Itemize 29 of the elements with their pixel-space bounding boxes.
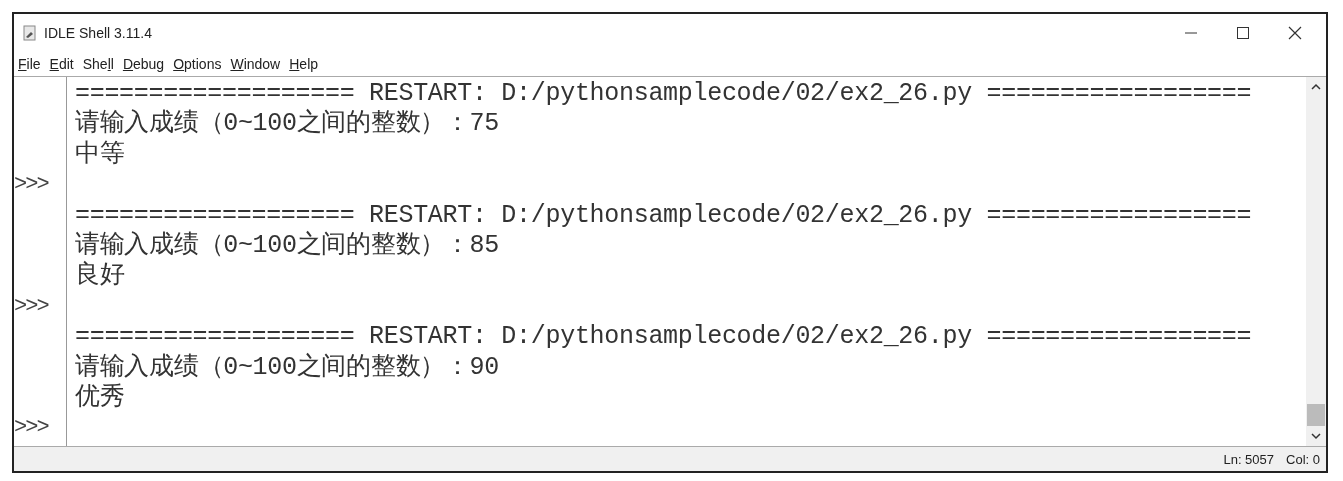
maximize-icon[interactable]: [1236, 26, 1250, 40]
window-title: IDLE Shell 3.11.4: [44, 25, 152, 41]
shell-output-line: 请输入成绩（0~100之间的整数）：75: [75, 109, 500, 139]
shell-output-line: 优秀: [75, 382, 125, 412]
menu-item[interactable]: Options: [173, 56, 222, 72]
shell-output-line: 中等: [75, 139, 125, 169]
shell-output-line: 良好: [75, 261, 125, 291]
shell-prompt: >>>: [14, 415, 48, 441]
menu-item[interactable]: Debug: [122, 56, 165, 72]
scroll-up-icon[interactable]: [1311, 83, 1321, 91]
line-number-status: Ln: 5057: [1223, 451, 1275, 467]
menu-item[interactable]: Window: [230, 56, 281, 72]
scrollbar-thumb[interactable]: [1307, 404, 1325, 426]
shell-prompt: >>>: [14, 172, 48, 198]
scroll-down-icon[interactable]: [1311, 432, 1321, 440]
shell-output-line: 请输入成绩（0~100之间的整数）：85: [75, 230, 500, 260]
close-icon[interactable]: [1288, 26, 1302, 40]
menu-item[interactable]: Shell: [82, 56, 114, 72]
shell-output-line: =================== RESTART: D:/pythonsamplecode/02/ex2_26.py ==================: [75, 322, 1252, 352]
menu-item[interactable]: File: [18, 56, 41, 72]
scrollbar[interactable]: [1306, 77, 1326, 446]
menu-item[interactable]: Help: [289, 56, 319, 72]
column-status: Col: 0: [1286, 451, 1320, 467]
app-icon: [22, 25, 38, 41]
shell-output-line: =================== RESTART: D:/pythonsamplecode/02/ex2_26.py ==================: [75, 200, 1252, 230]
shell-output-line: 请输入成绩（0~100之间的整数）：90: [75, 352, 500, 382]
menu-item[interactable]: Edit: [49, 56, 74, 72]
shell-output-line: =================== RESTART: D:/pythonsamplecode/02/ex2_26.py ==================: [75, 79, 1252, 108]
shell-prompt: >>>: [14, 293, 48, 319]
